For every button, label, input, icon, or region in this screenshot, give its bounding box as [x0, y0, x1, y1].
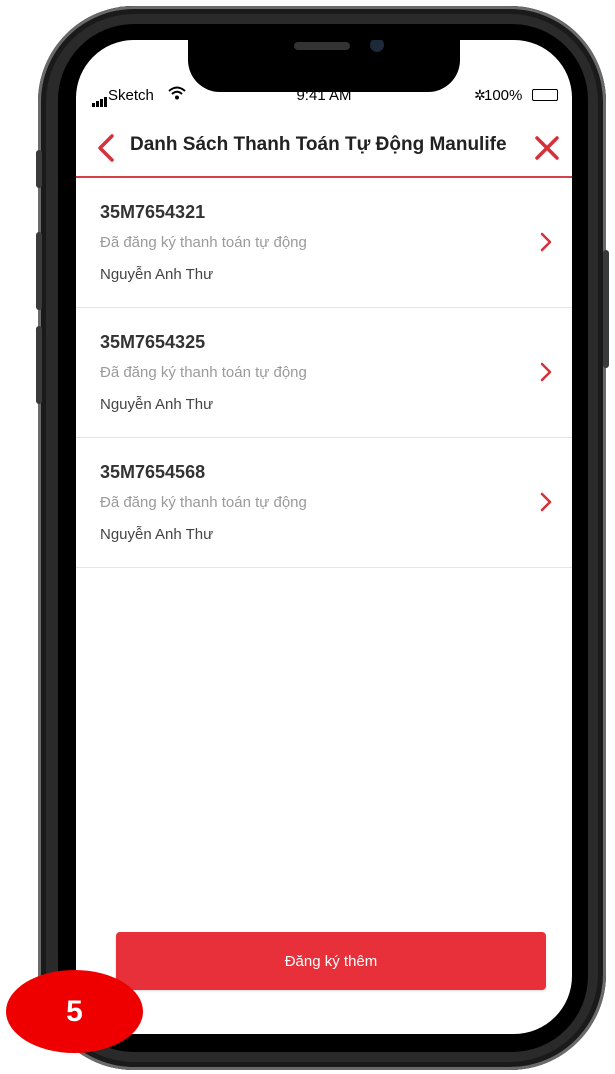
chevron-left-icon — [98, 134, 114, 162]
volume-down-button — [36, 326, 42, 404]
battery-icon — [532, 89, 558, 101]
front-camera — [370, 40, 384, 52]
policy-holder-name: Nguyễn Anh Thư — [100, 266, 214, 283]
list-item[interactable]: 35M7654321 Đã đăng ký thanh toán tự động… — [76, 178, 572, 308]
chevron-right-icon — [540, 492, 552, 512]
chevron-right-icon — [540, 362, 552, 382]
policy-status: Đã đăng ký thanh toán tự động — [100, 494, 307, 511]
policy-status: Đã đăng ký thanh toán tự động — [100, 234, 307, 251]
policy-holder-name: Nguyễn Anh Thư — [100, 526, 214, 543]
list-item[interactable]: 35M7654568 Đã đăng ký thanh toán tự động… — [76, 438, 572, 568]
status-bar: Sketch 9:41 AM ✲ 100% — [76, 84, 572, 108]
policy-number: 35M7654325 — [100, 332, 206, 352]
nav-bar: Danh Sách Thanh Toán Tự Động Manulife — [76, 120, 572, 178]
policy-holder-name: Nguyễn Anh Thư — [100, 396, 214, 413]
list-item[interactable]: 35M7654325 Đã đăng ký thanh toán tự động… — [76, 308, 572, 438]
policy-number: 35M7654321 — [100, 202, 206, 222]
chevron-right-icon — [540, 232, 552, 252]
volume-up-button — [36, 232, 42, 310]
power-button — [603, 250, 609, 368]
close-button[interactable] — [532, 132, 562, 164]
phone-screen: Sketch 9:41 AM ✲ 100% Danh Sách Thanh To… — [76, 40, 572, 1034]
speaker-grille — [294, 42, 350, 50]
policy-number: 35M7654568 — [100, 462, 206, 482]
register-more-button[interactable]: Đăng ký thêm — [116, 932, 546, 990]
policy-status: Đã đăng ký thanh toán tự động — [100, 364, 307, 381]
page-title: Danh Sách Thanh Toán Tự Động Manulife — [130, 134, 507, 155]
close-icon — [535, 136, 559, 160]
policy-list: 35M7654321 Đã đăng ký thanh toán tự động… — [76, 178, 572, 568]
silent-switch — [36, 150, 42, 188]
battery-percent: 100% — [484, 87, 523, 104]
step-badge: 5 — [6, 970, 143, 1053]
back-button[interactable] — [92, 130, 120, 166]
